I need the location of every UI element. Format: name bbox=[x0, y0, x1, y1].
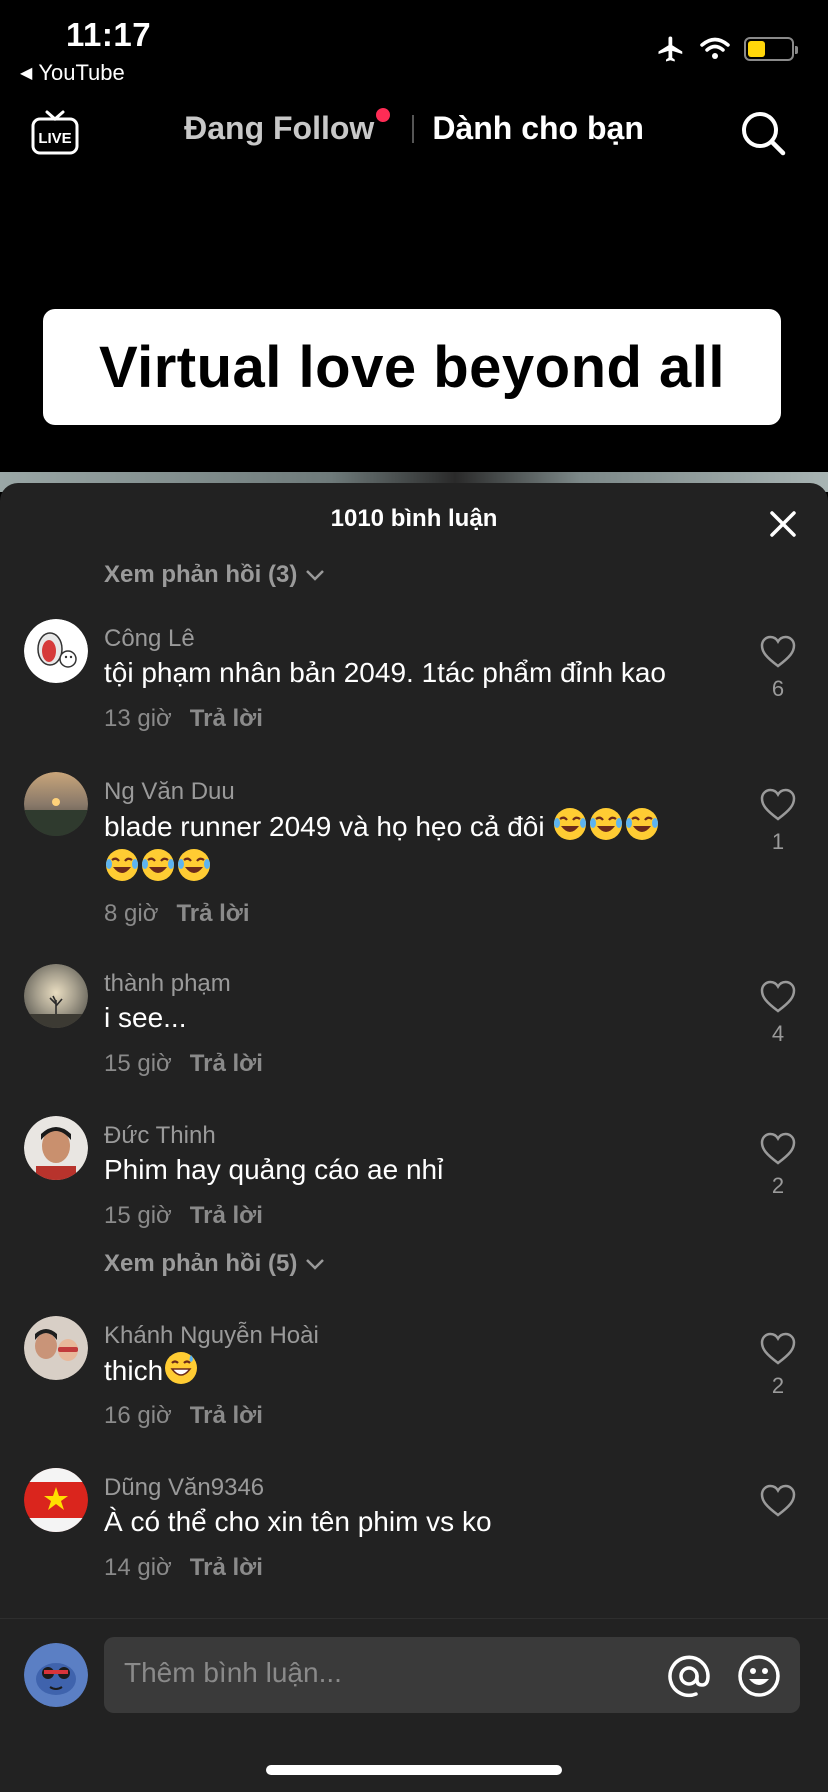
avatar[interactable] bbox=[24, 1116, 88, 1180]
notification-dot bbox=[376, 108, 391, 122]
wifi-icon bbox=[700, 37, 730, 59]
view-replies-label: Xem phản hồi (5) bbox=[104, 1250, 298, 1277]
tab-divider bbox=[412, 114, 415, 143]
laughing-tears-emoji-icon bbox=[554, 808, 587, 840]
heart-icon bbox=[760, 788, 796, 821]
search-icon[interactable] bbox=[738, 108, 788, 158]
comment-author[interactable]: Dũng Văn9346 bbox=[104, 1474, 264, 1502]
laughing-tears-emoji-icon bbox=[178, 849, 210, 881]
avatar[interactable] bbox=[24, 964, 88, 1028]
comment-text: À có thể cho xin tên phim vs ko bbox=[104, 1506, 492, 1537]
comment-meta: 15 giờ Trả lời bbox=[104, 1050, 263, 1078]
laughing-tears-emoji-icon bbox=[142, 849, 174, 881]
comment-author[interactable]: thành phạm bbox=[104, 970, 231, 998]
chevron-down-icon bbox=[306, 1259, 325, 1270]
comment-text: i see... bbox=[104, 1002, 187, 1033]
avatar[interactable] bbox=[24, 1316, 88, 1380]
status-icons bbox=[656, 34, 798, 64]
comment-time: 13 giờ bbox=[104, 705, 172, 732]
comment-author[interactable]: Công Lê bbox=[104, 625, 195, 653]
like-count: 1 bbox=[771, 829, 785, 854]
comments-sheet: 1010 bình luận Xem phản hồi (3) Công Lê … bbox=[0, 483, 828, 1792]
comment-input-placeholder: Thêm bình luận... bbox=[124, 1657, 342, 1688]
my-avatar[interactable] bbox=[24, 1643, 88, 1707]
tab-following[interactable]: Đang Follow bbox=[184, 108, 391, 147]
comment-meta: 14 giờ Trả lời bbox=[104, 1554, 263, 1582]
comment-author[interactable]: Đức Thinh bbox=[104, 1122, 216, 1150]
comment-text: tội phạm nhân bản 2049. 1tác phẩm đỉnh k… bbox=[104, 657, 666, 688]
comment-time: 16 giờ bbox=[104, 1402, 172, 1429]
heart-icon bbox=[760, 635, 796, 668]
avatar[interactable] bbox=[24, 772, 88, 836]
like-count: 2 bbox=[771, 1173, 785, 1198]
heart-icon bbox=[760, 980, 796, 1013]
grinning-sweat-emoji-icon bbox=[165, 1352, 198, 1384]
heart-icon bbox=[760, 1332, 796, 1365]
tab-following-label: Đang Follow bbox=[184, 110, 375, 146]
laughing-tears-emoji-icon bbox=[626, 808, 659, 840]
reply-button[interactable]: Trả lời bbox=[190, 1202, 263, 1230]
like-button[interactable]: 2 bbox=[758, 1332, 798, 1399]
comment-time: 15 giờ bbox=[104, 1050, 172, 1077]
comment-text: blade runner 2049 và họ hẹo cả đôi bbox=[104, 806, 724, 888]
battery-icon bbox=[744, 37, 798, 61]
like-button[interactable] bbox=[758, 1484, 798, 1525]
comment-author[interactable]: Ng Văn Duu bbox=[104, 778, 235, 806]
like-button[interactable]: 1 bbox=[758, 788, 798, 855]
comment-time: 14 giờ bbox=[104, 1554, 172, 1581]
home-indicator[interactable] bbox=[266, 1765, 562, 1775]
feed-tabs: Đang Follow Dành cho bạn bbox=[0, 108, 828, 147]
comment-text: Phim hay quảng cáo ae nhỉ bbox=[104, 1154, 444, 1185]
comment-input[interactable]: Thêm bình luận... bbox=[104, 1637, 800, 1713]
avatar[interactable] bbox=[24, 1468, 88, 1532]
comments-count-title: 1010 bình luận bbox=[330, 505, 498, 532]
airplane-icon bbox=[658, 36, 683, 62]
tab-for-you[interactable]: Dành cho bạn bbox=[432, 110, 644, 147]
comment-text-body: thich bbox=[104, 1355, 164, 1386]
laughing-tears-emoji-icon bbox=[106, 849, 138, 881]
comment-meta: 8 giờ Trả lời bbox=[104, 900, 250, 928]
comment-time: 8 giờ bbox=[104, 900, 159, 927]
emoji-icon[interactable] bbox=[736, 1653, 782, 1699]
video-caption: Virtual love beyond all bbox=[43, 309, 781, 425]
view-replies-button[interactable]: Xem phản hồi (3) bbox=[104, 561, 325, 589]
reply-button[interactable]: Trả lời bbox=[190, 1402, 263, 1430]
comment-text: thich bbox=[104, 1350, 724, 1391]
view-replies-button[interactable]: Xem phản hồi (5) bbox=[104, 1250, 325, 1278]
heart-icon bbox=[760, 1132, 796, 1165]
comment-text-body: blade runner 2049 và họ hẹo cả đôi bbox=[104, 811, 545, 842]
reply-button[interactable]: Trả lời bbox=[190, 705, 263, 733]
comment-author[interactable]: Khánh Nguyễn Hoài bbox=[104, 1322, 319, 1350]
laughing-tears-emoji-icon bbox=[590, 808, 623, 840]
mention-at-icon[interactable] bbox=[666, 1653, 712, 1699]
close-icon[interactable] bbox=[768, 509, 798, 539]
like-count: 2 bbox=[771, 1373, 785, 1398]
like-button[interactable]: 2 bbox=[758, 1132, 798, 1199]
heart-icon bbox=[760, 1484, 796, 1517]
back-app-label: YouTube bbox=[38, 60, 125, 85]
like-button[interactable]: 4 bbox=[758, 980, 798, 1047]
like-count: 4 bbox=[771, 1021, 785, 1046]
like-button[interactable]: 6 bbox=[758, 635, 798, 702]
reply-button[interactable]: Trả lời bbox=[190, 1050, 263, 1078]
reply-button[interactable]: Trả lời bbox=[176, 900, 249, 928]
back-triangle-icon: ◀ bbox=[20, 65, 33, 82]
reply-button[interactable]: Trả lời bbox=[190, 1554, 263, 1582]
back-to-app-link[interactable]: ◀ YouTube bbox=[20, 60, 125, 86]
like-count: 6 bbox=[771, 676, 785, 701]
comment-meta: 16 giờ Trả lời bbox=[104, 1402, 263, 1430]
status-time: 11:17 bbox=[66, 16, 152, 53]
comment-meta: 13 giờ Trả lời bbox=[104, 705, 263, 733]
chevron-down-icon bbox=[306, 570, 325, 581]
comment-meta: 15 giờ Trả lời bbox=[104, 1202, 263, 1230]
view-replies-label: Xem phản hồi (3) bbox=[104, 561, 298, 588]
comment-time: 15 giờ bbox=[104, 1202, 172, 1229]
avatar[interactable] bbox=[24, 619, 88, 683]
